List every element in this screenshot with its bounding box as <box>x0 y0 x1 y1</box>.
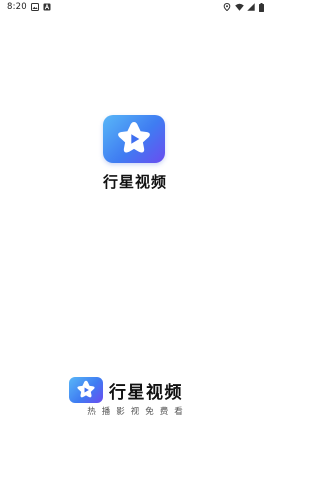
status-time: 8:20 <box>7 2 27 12</box>
star-play-icon <box>118 122 150 153</box>
footer-slogan: 热播影视免费看 <box>87 407 189 417</box>
footer-logo-icon <box>69 377 103 403</box>
app-name: 行星视频 <box>102 173 167 191</box>
image-icon <box>30 3 39 11</box>
wifi-icon <box>235 3 244 11</box>
location-icon <box>223 2 231 12</box>
status-bar: 8:20 <box>0 0 270 14</box>
signal-icon <box>247 3 255 11</box>
status-left: 8:20 <box>7 2 51 12</box>
status-right <box>223 2 264 12</box>
star-play-icon <box>77 380 95 398</box>
a-box-icon <box>43 3 51 11</box>
footer-app-name: 行星视频 <box>109 383 183 403</box>
app-logo-icon <box>103 115 165 163</box>
battery-icon <box>259 3 264 12</box>
